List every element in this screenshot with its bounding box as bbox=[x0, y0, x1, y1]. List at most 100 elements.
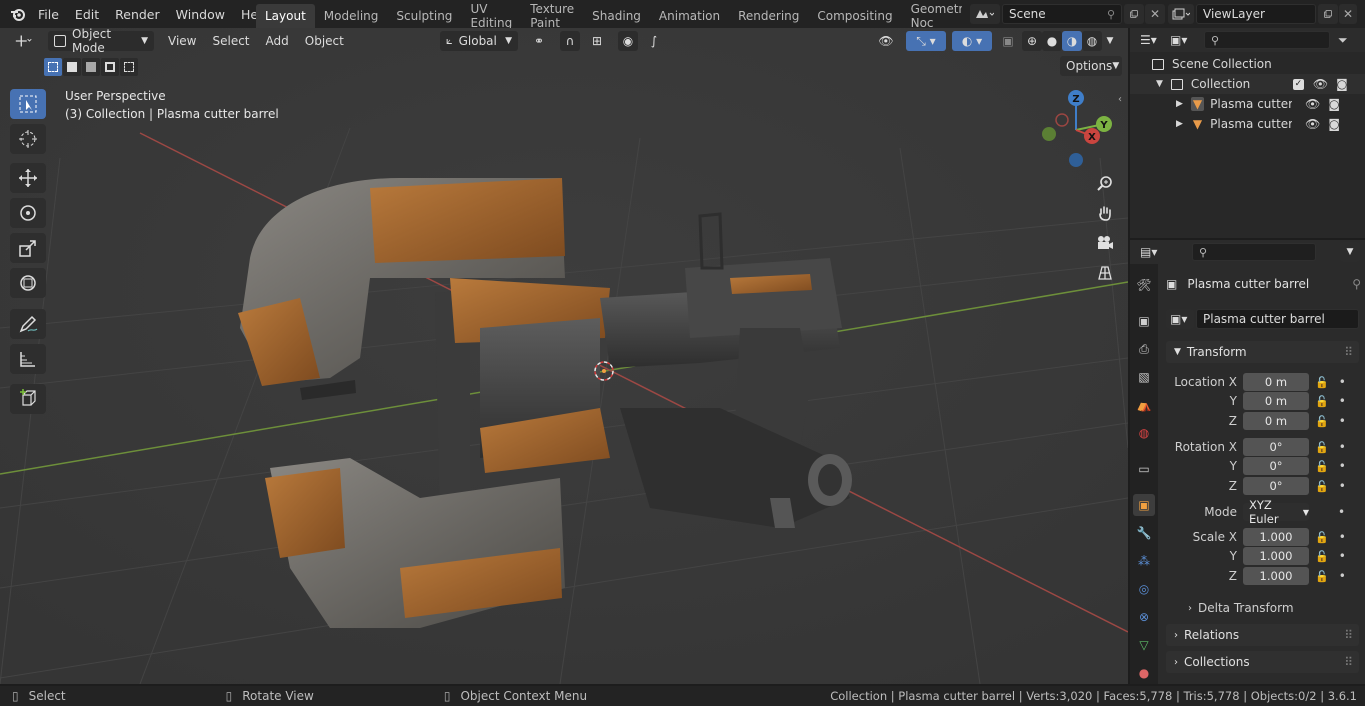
delete-scene-button[interactable]: ✕ bbox=[1145, 4, 1165, 24]
lock-icon[interactable]: 🔓 bbox=[1315, 415, 1329, 428]
pin-icon[interactable]: ⚲ bbox=[1107, 8, 1121, 21]
lock-icon[interactable]: 🔓 bbox=[1315, 480, 1329, 493]
new-view-layer-button[interactable] bbox=[1318, 4, 1338, 24]
tool-cursor[interactable] bbox=[10, 124, 46, 154]
drag-handle-icon[interactable]: ⠿ bbox=[1344, 345, 1353, 359]
tab-collection[interactable]: ▭ bbox=[1133, 458, 1155, 480]
menu-render[interactable]: Render bbox=[107, 0, 168, 28]
lock-icon[interactable]: 🔓 bbox=[1315, 531, 1329, 544]
tool-transform[interactable] bbox=[10, 268, 46, 298]
tab-texture-paint[interactable]: Texture Paint bbox=[521, 4, 583, 28]
snap-target-button[interactable]: ⊞ bbox=[582, 31, 612, 51]
properties-search-input[interactable]: ⚲ bbox=[1192, 243, 1316, 261]
scale-y-field[interactable]: 1.000 bbox=[1243, 547, 1309, 565]
wireframe-shading-button[interactable]: ⊕ bbox=[1022, 31, 1042, 51]
tab-uv-editing[interactable]: UV Editing bbox=[461, 4, 521, 28]
tab-geometry-nodes[interactable]: Geometry Noc bbox=[902, 4, 962, 28]
location-z-field[interactable]: 0 m bbox=[1243, 412, 1309, 430]
keyframe-dot-icon[interactable]: • bbox=[1339, 440, 1346, 454]
xray-toggle[interactable]: ▣ bbox=[998, 31, 1018, 51]
tool-scale[interactable] bbox=[10, 233, 46, 263]
tab-material[interactable]: ● bbox=[1133, 662, 1155, 684]
menu-file[interactable]: File bbox=[30, 0, 67, 28]
tab-rendering[interactable]: Rendering bbox=[729, 4, 808, 28]
tool-rotate[interactable] bbox=[10, 198, 46, 228]
tab-layout[interactable]: Layout bbox=[256, 4, 315, 28]
tab-world[interactable]: ◍ bbox=[1133, 422, 1155, 444]
location-x-field[interactable]: 0 m bbox=[1243, 373, 1309, 391]
keyframe-dot-icon[interactable]: • bbox=[1339, 414, 1346, 428]
tool-annotate[interactable] bbox=[10, 309, 46, 339]
lock-icon[interactable]: 🔓 bbox=[1315, 441, 1329, 454]
view-layer-field[interactable]: ViewLayer bbox=[1196, 4, 1316, 24]
menu-view[interactable]: View bbox=[160, 34, 204, 48]
properties-options-button[interactable]: ▼ bbox=[1340, 242, 1360, 262]
tab-modeling[interactable]: Modeling bbox=[315, 4, 388, 28]
tab-shading[interactable]: Shading bbox=[583, 4, 650, 28]
gizmo-toggle[interactable]: ⤡ ▾ bbox=[906, 31, 946, 51]
tool-measure[interactable] bbox=[10, 344, 46, 374]
visibility-button[interactable]: 👁 bbox=[870, 31, 902, 51]
drag-handle-icon[interactable]: ⠿ bbox=[1344, 628, 1353, 642]
navigation-gizmo[interactable]: Z Y X bbox=[1036, 88, 1116, 170]
blender-logo-icon[interactable] bbox=[6, 0, 30, 28]
display-mode-button[interactable]: ▣▾ bbox=[1168, 30, 1198, 50]
3d-viewport[interactable]: Object Mode ▼ View Select Add Object ⟀ G… bbox=[0, 28, 1128, 684]
menu-add[interactable]: Add bbox=[258, 34, 297, 48]
transform-orientation-dropdown[interactable]: ⟀ Global ▼ bbox=[440, 31, 518, 51]
camera-view-button[interactable] bbox=[1092, 230, 1118, 256]
delete-view-layer-button[interactable]: ✕ bbox=[1339, 4, 1357, 24]
scene-type-button[interactable] bbox=[970, 4, 1000, 24]
transform-panel-header[interactable]: ▼ Transform ⠿ bbox=[1166, 341, 1359, 363]
exclude-checkbox[interactable]: ✓ bbox=[1292, 78, 1304, 90]
lock-icon[interactable]: 🔓 bbox=[1315, 550, 1329, 563]
tab-object[interactable]: ▣ bbox=[1133, 494, 1155, 516]
lock-icon[interactable]: 🔓 bbox=[1315, 376, 1329, 389]
rotation-z-field[interactable]: 0° bbox=[1243, 477, 1309, 495]
tab-physics[interactable]: ◎ bbox=[1133, 578, 1155, 600]
eye-icon[interactable]: 👁 bbox=[1305, 117, 1320, 131]
delta-transform-subpanel[interactable]: › Delta Transform bbox=[1180, 598, 1360, 618]
snap-toggle[interactable]: ∩ bbox=[560, 31, 580, 51]
object-name-field[interactable]: Plasma cutter barrel bbox=[1196, 309, 1359, 329]
camera-render-icon[interactable]: ◙ bbox=[1328, 117, 1340, 131]
select-extend-button[interactable] bbox=[63, 58, 81, 76]
collections-panel-header[interactable]: › Collections ⠿ bbox=[1166, 651, 1359, 673]
new-scene-button[interactable] bbox=[1124, 4, 1144, 24]
scale-z-field[interactable]: 1.000 bbox=[1243, 567, 1309, 585]
tab-particles[interactable]: ⁂ bbox=[1133, 550, 1155, 572]
rendered-shading-button[interactable]: ◍ bbox=[1082, 31, 1102, 51]
camera-render-icon[interactable]: ◙ bbox=[1336, 77, 1348, 91]
keyframe-dot-icon[interactable]: • bbox=[1339, 569, 1346, 583]
camera-render-icon[interactable]: ◙ bbox=[1328, 97, 1340, 111]
select-intersect-button[interactable] bbox=[120, 58, 138, 76]
expand-arrow-icon[interactable]: ▼ bbox=[1156, 79, 1163, 89]
keyframe-dot-icon[interactable]: • bbox=[1339, 479, 1346, 493]
collection-row[interactable]: ▼ Collection ✓ 👁 ◙ bbox=[1130, 74, 1365, 94]
select-difference-button[interactable] bbox=[101, 58, 119, 76]
pan-button[interactable] bbox=[1092, 200, 1118, 226]
select-new-button[interactable] bbox=[44, 58, 62, 76]
rotation-x-field[interactable]: 0° bbox=[1243, 438, 1309, 456]
zoom-button[interactable] bbox=[1092, 170, 1118, 196]
solid-shading-button[interactable]: ● bbox=[1042, 31, 1062, 51]
tool-move[interactable] bbox=[10, 163, 46, 193]
view-layer-type-button[interactable] bbox=[1168, 4, 1194, 24]
rotation-y-field[interactable]: 0° bbox=[1243, 457, 1309, 475]
keyframe-dot-icon[interactable]: • bbox=[1339, 530, 1346, 544]
eye-icon[interactable]: 👁 bbox=[1313, 77, 1328, 91]
scene-collection-row[interactable]: Scene Collection bbox=[1130, 54, 1365, 74]
tab-sculpting[interactable]: Sculpting bbox=[387, 4, 461, 28]
editor-type-button[interactable] bbox=[8, 31, 40, 51]
menu-window[interactable]: Window bbox=[168, 0, 233, 28]
material-shading-button[interactable]: ◑ bbox=[1062, 31, 1082, 51]
menu-object[interactable]: Object bbox=[297, 34, 352, 48]
tab-constraints[interactable]: ⊗ bbox=[1133, 606, 1155, 628]
keyframe-dot-icon[interactable]: • bbox=[1339, 375, 1346, 389]
ortho-toggle-button[interactable] bbox=[1092, 260, 1118, 286]
tab-data[interactable]: ▽ bbox=[1133, 634, 1155, 656]
filter-icon[interactable]: ⏷ bbox=[1338, 33, 1348, 48]
rotation-mode-dropdown[interactable]: XYZ Euler ▼ bbox=[1243, 498, 1309, 526]
pin-icon[interactable]: ⚲ bbox=[1352, 277, 1361, 291]
tab-animation[interactable]: Animation bbox=[650, 4, 729, 28]
